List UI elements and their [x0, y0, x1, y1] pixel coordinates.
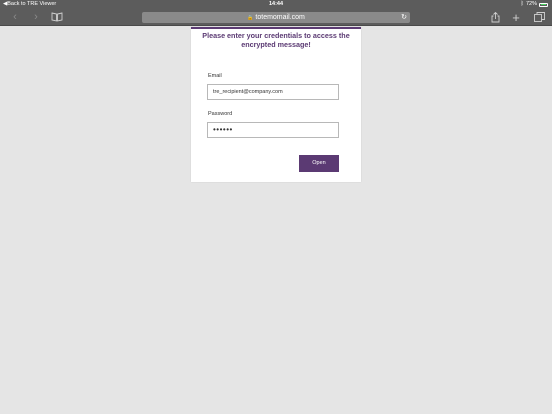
battery-percent: 72% [525, 1, 537, 7]
address-bar[interactable]: 🔒 totemomail.com ↻ [142, 12, 410, 23]
chevron-left-icon[interactable]: ‹ [10, 9, 20, 26]
password-label: Password [208, 111, 233, 117]
plus-icon[interactable]: + [510, 9, 522, 26]
email-label: Email [208, 73, 222, 79]
status-time: 14:44 [268, 1, 284, 7]
share-icon[interactable] [489, 9, 501, 26]
login-heading: Please enter your credentials to access … [202, 31, 350, 49]
url-text: totemomail.com [255, 14, 305, 21]
browser-toolbar: ‹ › 🔒 totemomail.com ↻ + [0, 9, 552, 26]
reload-icon[interactable]: ↻ [401, 12, 407, 23]
email-field[interactable] [207, 84, 339, 100]
password-field[interactable]: •••••• [207, 122, 339, 138]
book-icon[interactable] [50, 9, 64, 26]
status-indicators: ᛒ 72% [521, 0, 548, 9]
lock-icon: 🔒 [247, 15, 254, 21]
login-card: Please enter your credentials to access … [191, 27, 361, 182]
chevron-right-icon[interactable]: › [31, 9, 41, 26]
status-bar: ◀Back to TRE Viewer 14:44 ᛒ 72% [0, 0, 552, 9]
battery-icon [539, 2, 548, 7]
tabs-icon[interactable] [533, 9, 545, 26]
bluetooth-icon: ᛒ [520, 1, 524, 7]
battery-fill [540, 4, 546, 5]
card-accent-bar [191, 27, 361, 29]
open-button[interactable]: Open [299, 155, 339, 172]
